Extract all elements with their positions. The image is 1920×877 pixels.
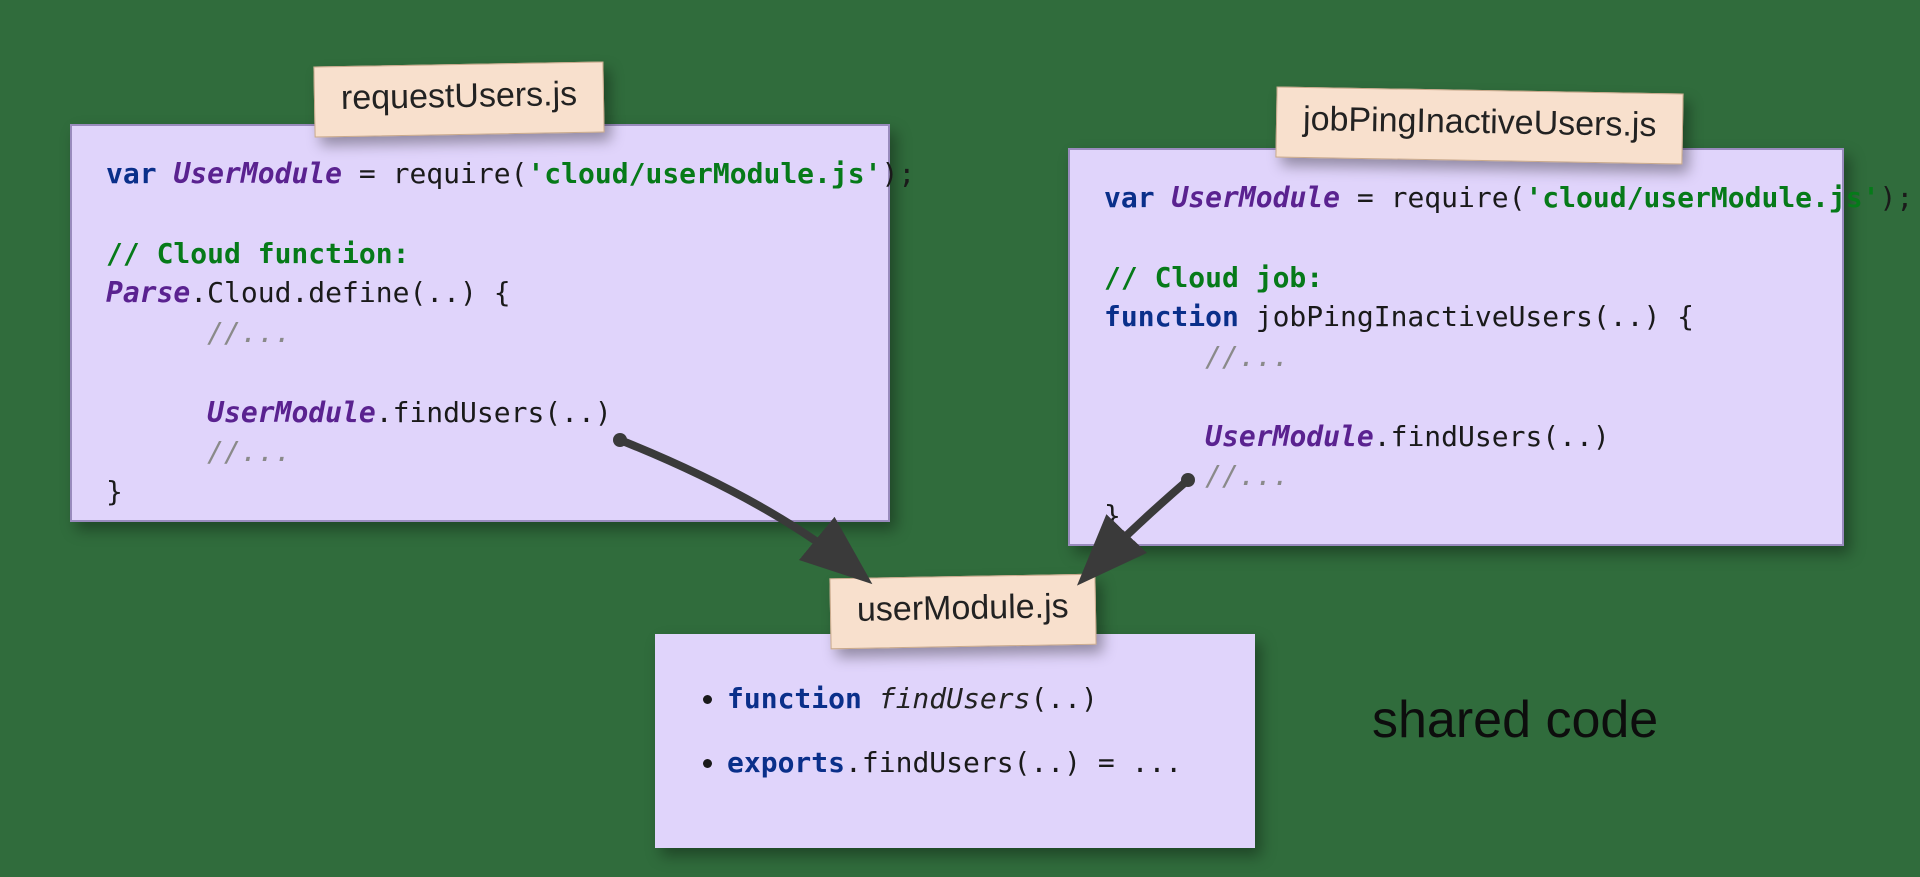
- tag-requestusers-label: requestUsers.js: [341, 75, 578, 117]
- tag-usermodule: userModule.js: [829, 574, 1096, 650]
- codebox-jobpinginactive: var UserModule = require('cloud/userModu…: [1068, 148, 1844, 546]
- tag-usermodule-label: userModule.js: [857, 587, 1069, 629]
- tag-jobpinginactive: jobPingInactiveUsers.js: [1275, 86, 1684, 164]
- shared-code-label: shared code: [1372, 690, 1658, 750]
- codebox-requestusers: var UserModule = require('cloud/userModu…: [70, 124, 890, 522]
- code-jobpinginactive: var UserModule = require('cloud/userModu…: [1104, 178, 1812, 536]
- code-requestusers: var UserModule = require('cloud/userModu…: [106, 154, 858, 512]
- tag-requestusers: requestUsers.js: [313, 61, 604, 137]
- tag-jobpinginactive-label: jobPingInactiveUsers.js: [1303, 100, 1657, 144]
- list-item: function findUsers(..): [727, 682, 1209, 716]
- codebox-usermodule: function findUsers(..) exports.findUsers…: [655, 634, 1255, 848]
- list-item: exports.findUsers(..) = ...: [727, 746, 1209, 780]
- diagram-canvas: var UserModule = require('cloud/userModu…: [0, 0, 1920, 877]
- usermodule-list: function findUsers(..) exports.findUsers…: [701, 682, 1209, 779]
